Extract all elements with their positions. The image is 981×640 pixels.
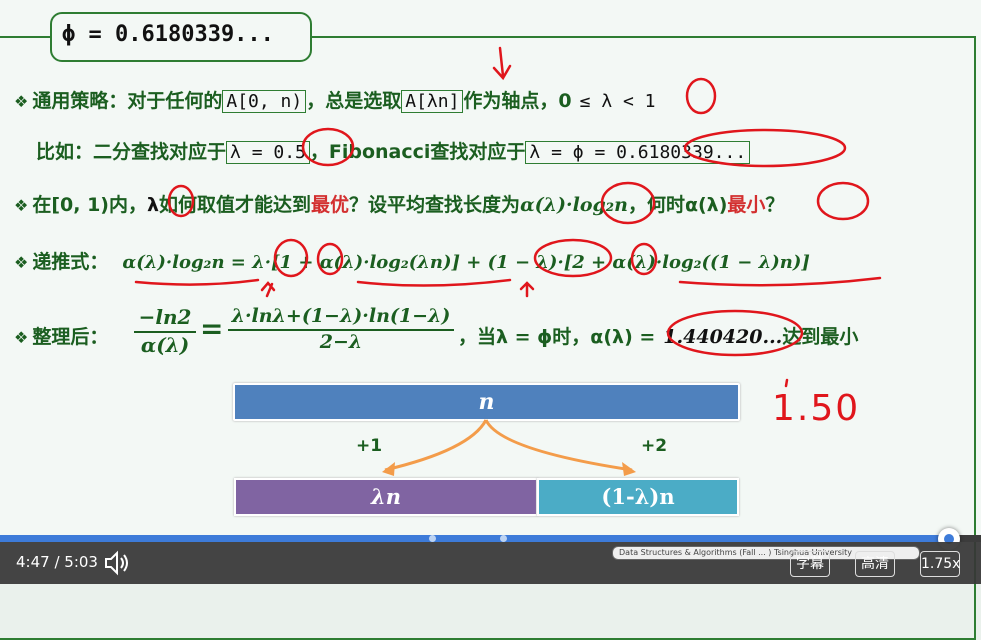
quality-button[interactable]: 高清 <box>855 551 895 577</box>
arrowhead-right <box>622 462 636 476</box>
volume-icon[interactable] <box>102 548 132 578</box>
branch-arrow-right <box>484 419 633 472</box>
lecture-slide: ϕ = 0.6180339... ❖ 通用策略：对于任何的 A[0, n) ，总是选取… <box>0 0 981 640</box>
speed-button[interactable]: 1.75x <box>920 551 960 577</box>
branch-arrow-left <box>384 419 488 472</box>
subtitle-button[interactable]: 字幕 <box>790 551 830 577</box>
annotation-layer <box>134 46 882 476</box>
arrowhead-left <box>382 462 395 476</box>
red-ink-marks <box>134 46 882 388</box>
chapter-marker[interactable] <box>429 535 436 542</box>
progress-fill <box>0 535 948 542</box>
time-display: 4:47 / 5:03 <box>16 553 98 571</box>
chapter-marker[interactable] <box>500 535 507 542</box>
